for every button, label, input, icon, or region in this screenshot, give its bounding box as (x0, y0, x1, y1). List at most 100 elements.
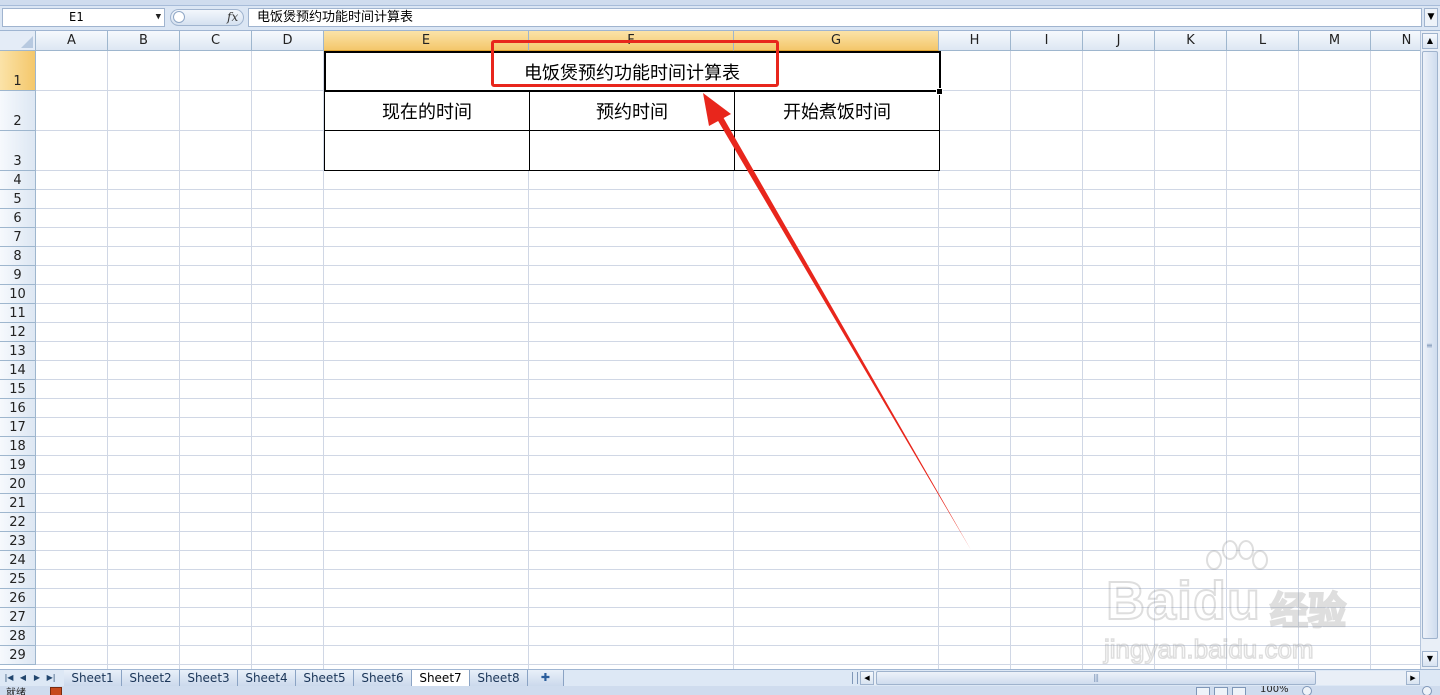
row-header-18[interactable]: 18 (0, 437, 36, 456)
macro-record-icon[interactable] (50, 687, 62, 695)
row-header-21[interactable]: 21 (0, 494, 36, 513)
gridline-horizontal (36, 341, 1420, 342)
scroll-left-icon[interactable]: ◀ (860, 671, 874, 685)
column-header-h[interactable]: H (939, 31, 1011, 51)
row-header-29[interactable]: 29 (0, 646, 36, 665)
row-header-20[interactable]: 20 (0, 475, 36, 494)
zoom-in-icon[interactable] (1422, 686, 1432, 695)
status-text: 就绪 (6, 688, 26, 695)
grip-icon: ≡ (1426, 341, 1433, 350)
row-header-2[interactable]: 2 (0, 91, 36, 131)
row-header-1[interactable]: 1 (0, 51, 36, 91)
column-header-d[interactable]: D (252, 31, 324, 51)
gridline-horizontal (36, 569, 1420, 570)
sheet-tab-bar: |◀ ◀ ▶ ▶| Sheet1 Sheet2 Sheet3 Sheet4 Sheet5… (0, 669, 1440, 686)
row-header-9[interactable]: 9 (0, 266, 36, 285)
row-header-15[interactable]: 15 (0, 380, 36, 399)
scroll-up-icon[interactable]: ▲ (1422, 33, 1438, 49)
tab-split-handle[interactable] (852, 672, 858, 684)
zoom-out-icon[interactable] (1302, 686, 1312, 695)
row-header-4[interactable]: 4 (0, 171, 36, 190)
sheet-tab-sheet5[interactable]: Sheet5 (296, 670, 354, 686)
sheet-tab-sheet2[interactable]: Sheet2 (122, 670, 180, 686)
value-cell-start-cooking-time[interactable] (734, 130, 940, 171)
vertical-scrollbar[interactable]: ▲ ≡ ▼ (1420, 31, 1440, 669)
vertical-scroll-thumb[interactable]: ≡ (1422, 51, 1438, 639)
normal-view-icon[interactable] (1196, 687, 1210, 695)
row-header-6[interactable]: 6 (0, 209, 36, 228)
chevron-down-icon[interactable]: ▼ (156, 9, 161, 26)
row-header-12[interactable]: 12 (0, 323, 36, 342)
row-header-3[interactable]: 3 (0, 131, 36, 171)
row-header-5[interactable]: 5 (0, 190, 36, 209)
row-header-27[interactable]: 27 (0, 608, 36, 627)
sheet-tab-sheet7[interactable]: Sheet7 (412, 670, 470, 686)
scroll-right-icon[interactable]: ▶ (1406, 671, 1420, 685)
value-cell-current-time[interactable] (324, 130, 530, 171)
row-header-25[interactable]: 25 (0, 570, 36, 589)
expand-formula-bar-button[interactable]: ▼ (1424, 8, 1438, 27)
row-header-16[interactable]: 16 (0, 399, 36, 418)
gridline-horizontal (36, 626, 1420, 627)
name-box-value: E1 (69, 10, 84, 24)
page-layout-view-icon[interactable] (1214, 687, 1228, 695)
sheet-tab-sheet1[interactable]: Sheet1 (64, 670, 122, 686)
row-header-24[interactable]: 24 (0, 551, 36, 570)
column-header-n[interactable]: N (1371, 31, 1420, 51)
fill-handle[interactable] (936, 88, 943, 95)
column-header-j[interactable]: J (1083, 31, 1155, 51)
column-header-l[interactable]: L (1227, 31, 1299, 51)
value-cell-reservation-time[interactable] (529, 130, 735, 171)
horizontal-scroll-thumb[interactable]: ||| (876, 671, 1316, 685)
zoom-level[interactable]: 100% (1260, 686, 1289, 695)
row-header-28[interactable]: 28 (0, 627, 36, 646)
worksheet-grid[interactable]: ABCDEFGHIJKLMN 1 2 3 4 5 6 7 8 9 10 11 12 13 14 15 16 17… (0, 31, 1420, 669)
insert-function-icon[interactable]: fx (227, 10, 238, 25)
column-header-a[interactable]: A (36, 31, 108, 51)
sheet-tab-sheet6[interactable]: Sheet6 (354, 670, 412, 686)
row-header-10[interactable]: 10 (0, 285, 36, 304)
sheet-tab-sheet8[interactable]: Sheet8 (470, 670, 528, 686)
row-header-19[interactable]: 19 (0, 456, 36, 475)
row-header-14[interactable]: 14 (0, 361, 36, 380)
column-header-k[interactable]: K (1155, 31, 1227, 51)
gridline-horizontal (36, 474, 1420, 475)
insert-sheet-button[interactable]: ✚ (528, 670, 564, 686)
gridline-horizontal (36, 227, 1420, 228)
page-break-view-icon[interactable] (1232, 687, 1246, 695)
row-header-7[interactable]: 7 (0, 228, 36, 247)
gridline-horizontal (36, 265, 1420, 266)
first-sheet-icon[interactable]: |◀ (2, 671, 16, 685)
row-header-8[interactable]: 8 (0, 247, 36, 266)
resize-knob-icon[interactable] (173, 11, 185, 23)
name-box[interactable]: E1 ▼ (2, 8, 165, 27)
last-sheet-icon[interactable]: ▶| (44, 671, 58, 685)
grip-icon: ||| (1093, 673, 1099, 682)
row-header-11[interactable]: 11 (0, 304, 36, 323)
header-cell-start-cooking-time[interactable]: 开始煮饭时间 (734, 90, 940, 131)
row-header-23[interactable]: 23 (0, 532, 36, 551)
select-all-button[interactable] (0, 31, 36, 51)
row-header-26[interactable]: 26 (0, 589, 36, 608)
row-header-13[interactable]: 13 (0, 342, 36, 361)
column-header-m[interactable]: M (1299, 31, 1371, 51)
gridline-horizontal (36, 664, 1420, 665)
horizontal-scrollbar[interactable]: ◀ ||| ▶ (860, 671, 1420, 685)
formula-input[interactable]: 电饭煲预约功能时间计算表 (248, 8, 1422, 27)
row-header-17[interactable]: 17 (0, 418, 36, 437)
column-header-b[interactable]: B (108, 31, 180, 51)
gridline-horizontal (36, 189, 1420, 190)
header-cell-reservation-time[interactable]: 预约时间 (529, 90, 735, 131)
next-sheet-icon[interactable]: ▶ (30, 671, 44, 685)
gridline-horizontal (36, 645, 1420, 646)
gridline-horizontal (36, 512, 1420, 513)
sheet-tab-sheet3[interactable]: Sheet3 (180, 670, 238, 686)
column-header-i[interactable]: I (1011, 31, 1083, 51)
header-cell-current-time[interactable]: 现在的时间 (324, 90, 530, 131)
gridline-horizontal (36, 246, 1420, 247)
scroll-down-icon[interactable]: ▼ (1422, 651, 1438, 667)
column-header-c[interactable]: C (180, 31, 252, 51)
row-header-22[interactable]: 22 (0, 513, 36, 532)
sheet-tab-sheet4[interactable]: Sheet4 (238, 670, 296, 686)
prev-sheet-icon[interactable]: ◀ (16, 671, 30, 685)
